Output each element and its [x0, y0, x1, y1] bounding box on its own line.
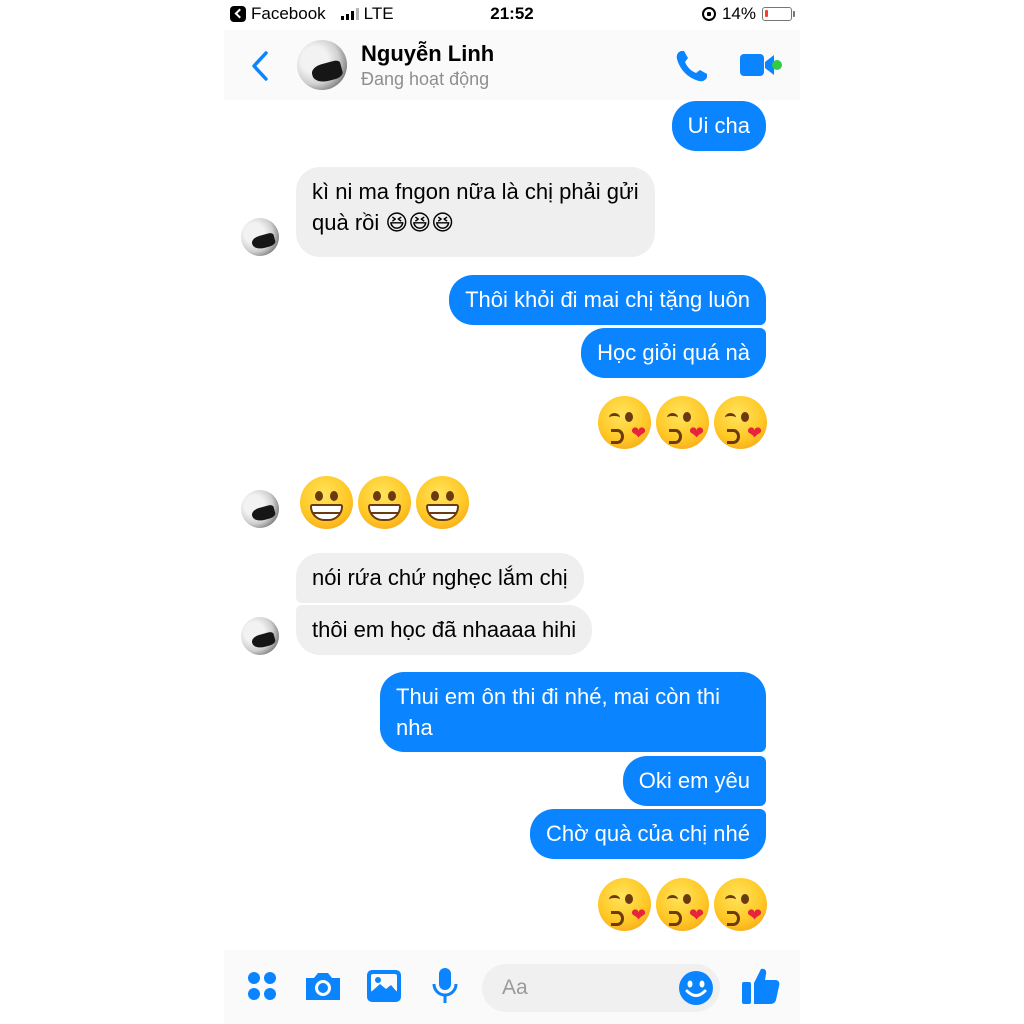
- message-text: quà rồi: [312, 210, 380, 235]
- emoji-message-incoming[interactable]: [300, 476, 469, 529]
- message-incoming[interactable]: thôi em học đã nhaaaa hihi: [296, 605, 593, 655]
- message-text: kì ni ma fngon nữa là chị phải gửi: [312, 179, 639, 204]
- phone-icon[interactable]: [672, 46, 712, 86]
- kissing-heart-emoji-icon: ❤: [656, 396, 709, 449]
- kissing-heart-emoji-icon: ❤: [598, 396, 651, 449]
- video-camera-icon[interactable]: [738, 48, 782, 82]
- conversation-header: Nguyễn Linh Đang hoạt động: [224, 30, 800, 100]
- emoji-message-outgoing[interactable]: ❤ ❤ ❤: [598, 396, 767, 449]
- message-outgoing[interactable]: Học giỏi quá nà: [581, 328, 766, 378]
- message-input-placeholder: Aa: [502, 976, 528, 999]
- contact-avatar[interactable]: [297, 40, 347, 90]
- message-input[interactable]: Aa: [482, 964, 720, 1012]
- message-outgoing[interactable]: Ui cha: [671, 101, 766, 151]
- sender-avatar[interactable]: [241, 490, 279, 528]
- message-incoming[interactable]: nói rứa chứ nghẹc lắm chị: [296, 553, 584, 603]
- thumbs-up-icon[interactable]: [739, 964, 783, 1008]
- chevron-left-icon[interactable]: [246, 48, 276, 84]
- message-text: nói rứa chứ nghẹc lắm chị: [312, 565, 568, 590]
- message-outgoing[interactable]: Thôi khỏi đi mai chị tặng luôn: [449, 275, 766, 325]
- message-text: Học giỏi quá nà: [597, 340, 750, 365]
- grinning-emoji-icon: [358, 476, 411, 529]
- message-text: thôi em học đã nhaaaa hihi: [312, 617, 577, 642]
- kissing-heart-emoji-icon: ❤: [714, 396, 767, 449]
- online-indicator: [772, 60, 782, 70]
- battery-percent: 14%: [721, 4, 756, 23]
- sender-avatar[interactable]: [241, 617, 279, 655]
- message-text: Oki em yêu: [638, 768, 750, 793]
- kissing-heart-emoji-icon: ❤: [714, 878, 767, 931]
- kissing-heart-emoji-icon: ❤: [598, 878, 651, 931]
- laughing-emoji-icon: 😆😆😆: [385, 210, 455, 235]
- grinning-emoji-icon: [300, 476, 353, 529]
- message-outgoing[interactable]: Oki em yêu: [622, 756, 766, 806]
- message-outgoing[interactable]: Chờ quà của chị nhé: [529, 809, 766, 859]
- message-text: Chờ quà của chị nhé: [545, 821, 750, 846]
- status-bar: Facebook LTE 21:52 14%: [224, 0, 800, 30]
- camera-icon[interactable]: [301, 964, 345, 1008]
- message-text: nha: [396, 715, 433, 740]
- photo-icon[interactable]: [362, 964, 406, 1008]
- battery-level: [765, 10, 769, 17]
- grinning-emoji-icon: [416, 476, 469, 529]
- emoji-icon[interactable]: [678, 970, 714, 1006]
- message-text: Ui cha: [687, 113, 750, 138]
- message-incoming[interactable]: kì ni ma fngon nữa là chị phải gửi quà r…: [296, 167, 655, 257]
- sender-avatar[interactable]: [241, 218, 279, 256]
- message-text: Thôi khỏi đi mai chị tặng luôn: [465, 287, 750, 312]
- composer-bar: Aa: [224, 950, 800, 1024]
- contact-name[interactable]: Nguyễn Linh: [361, 41, 494, 67]
- kissing-heart-emoji-icon: ❤: [656, 878, 709, 931]
- messenger-screen: Facebook LTE 21:52 14% Nguyễn Linh Đang …: [224, 0, 800, 1024]
- rotation-lock-icon: [701, 7, 716, 21]
- message-outgoing[interactable]: Thui em ôn thi đi nhé, mai còn thi nha: [380, 672, 766, 752]
- emoji-message-outgoing[interactable]: ❤ ❤ ❤: [598, 878, 767, 931]
- message-text: Thui em ôn thi đi nhé, mai còn thi: [396, 684, 721, 709]
- battery-icon: [762, 7, 795, 21]
- apps-icon[interactable]: [240, 964, 284, 1008]
- microphone-icon[interactable]: [423, 964, 467, 1008]
- contact-status: Đang hoạt động: [361, 69, 490, 89]
